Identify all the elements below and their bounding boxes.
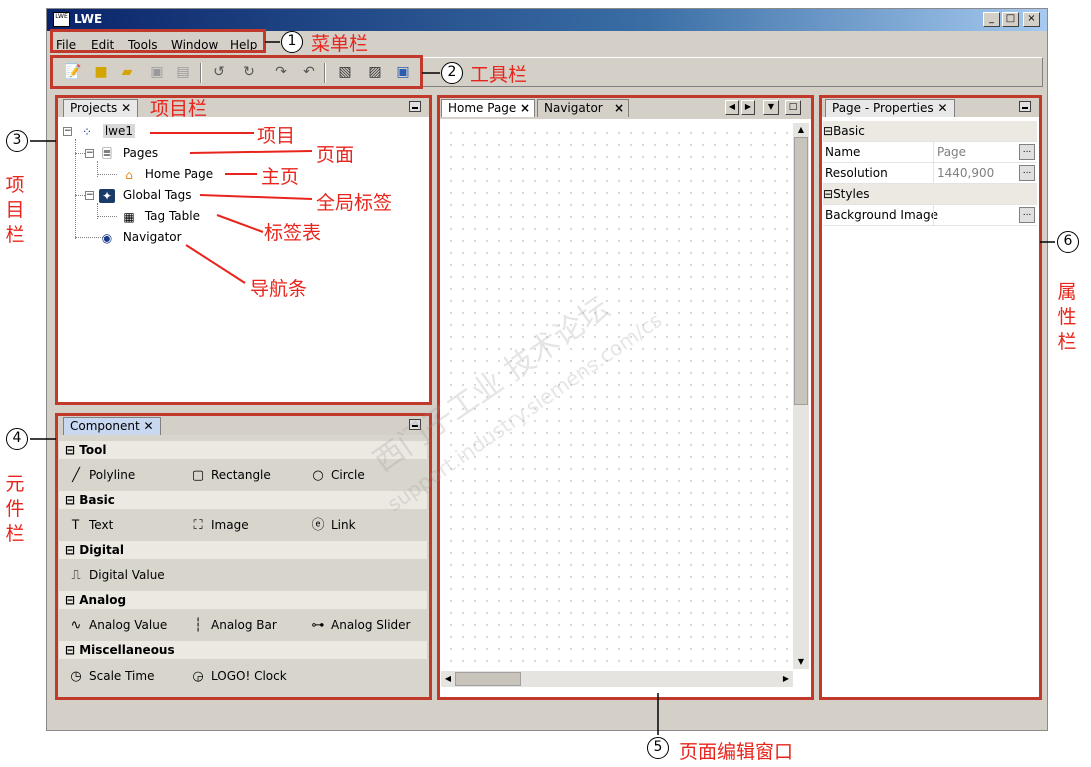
annotation-properties-bar-vertical: 属性栏 — [1057, 281, 1077, 353]
annotation-editor-window: 页面编辑窗口 — [679, 741, 794, 763]
annotation-toolbar: 工具栏 — [470, 64, 528, 86]
annotation-navbar: 导航条 — [250, 278, 308, 300]
annotation-project-bar: 项目栏 — [150, 98, 208, 120]
annotation-home: 主页 — [261, 166, 300, 188]
callout-1: 1 — [281, 31, 303, 53]
callout-6: 6 — [1057, 231, 1079, 253]
annotation-component-bar-vertical: 元件栏 — [5, 473, 25, 545]
callout-5: 5 — [647, 737, 669, 759]
annotation-tag-table: 标签表 — [264, 222, 322, 244]
annotation-menubar: 菜单栏 — [311, 33, 369, 55]
callout-2: 2 — [441, 62, 463, 84]
red-line-global-tags — [199, 194, 313, 200]
red-line-tag-table — [216, 214, 264, 233]
annotation-global-tags: 全局标签 — [316, 192, 393, 214]
red-line-navigator — [185, 244, 246, 284]
annotation-page: 页面 — [316, 144, 355, 166]
callout-4: 4 — [6, 428, 28, 450]
annotation-project-bar-vertical: 项目栏 — [5, 174, 25, 246]
callout-3: 3 — [6, 130, 28, 152]
annotation-project: 项目 — [257, 125, 296, 147]
red-line-page — [189, 150, 313, 154]
